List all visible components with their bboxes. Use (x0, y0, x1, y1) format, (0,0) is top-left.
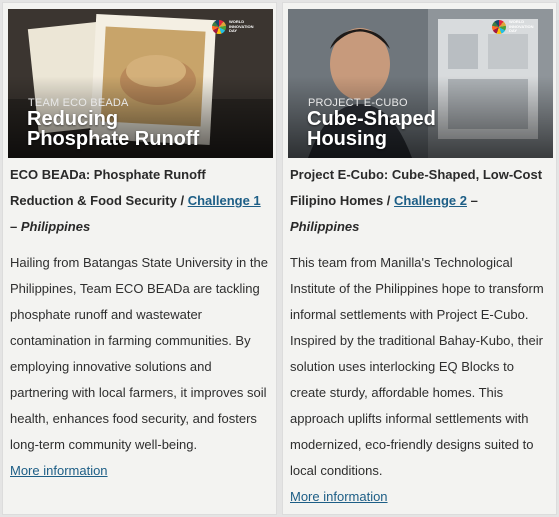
more-information-link[interactable]: More information (290, 484, 388, 510)
thumbnail-title-line1: Cube-Shaped (307, 108, 436, 130)
thumbnail-title-line2: Phosphate Runoff (27, 128, 200, 150)
sdg-wheel-icon (492, 20, 506, 34)
thumbnail-title-line2: Housing (307, 128, 387, 150)
card-title: ECO BEADa: Phosphate Runoff Reduction & … (10, 162, 270, 240)
title-dash: – (466, 193, 478, 208)
badge-label: WORLD INNOVATION DAY (509, 19, 534, 34)
project-card-eco-beada: WORLD INNOVATION DAY TEAM ECO BEADA Redu… (2, 2, 277, 515)
country-label: Philippines (290, 219, 360, 234)
card-title: Project E-Cubo: Cube-Shaped, Low-Cost Fi… (290, 162, 550, 240)
card-description: This team from Manilla's Technological I… (290, 255, 544, 478)
card-description: Hailing from Batangas State University i… (10, 255, 268, 452)
video-thumbnail[interactable]: WORLD INNOVATION DAY TEAM ECO BEADA Redu… (8, 9, 273, 158)
title-dash: – (10, 219, 21, 234)
badge-label: WORLD INNOVATION DAY (229, 19, 254, 34)
country-label: Philippines (20, 219, 91, 234)
project-card-e-cubo: WORLD INNOVATION DAY PROJECT E-CUBO Cube… (282, 2, 557, 515)
world-innovation-day-badge: WORLD INNOVATION DAY (212, 20, 259, 34)
challenge-link[interactable]: Challenge 2 (394, 193, 467, 208)
world-innovation-day-badge: WORLD INNOVATION DAY (492, 20, 539, 34)
card-title-text: ECO BEADa: Phosphate Runoff Reduction & … (10, 167, 206, 208)
sdg-wheel-icon (212, 20, 226, 34)
video-thumbnail[interactable]: WORLD INNOVATION DAY PROJECT E-CUBO Cube… (288, 9, 553, 158)
challenge-link[interactable]: Challenge 1 (188, 193, 261, 208)
project-cards-grid: WORLD INNOVATION DAY TEAM ECO BEADA Redu… (0, 0, 559, 517)
thumbnail-title-line1: Reducing (27, 108, 119, 130)
more-information-link[interactable]: More information (10, 458, 108, 484)
